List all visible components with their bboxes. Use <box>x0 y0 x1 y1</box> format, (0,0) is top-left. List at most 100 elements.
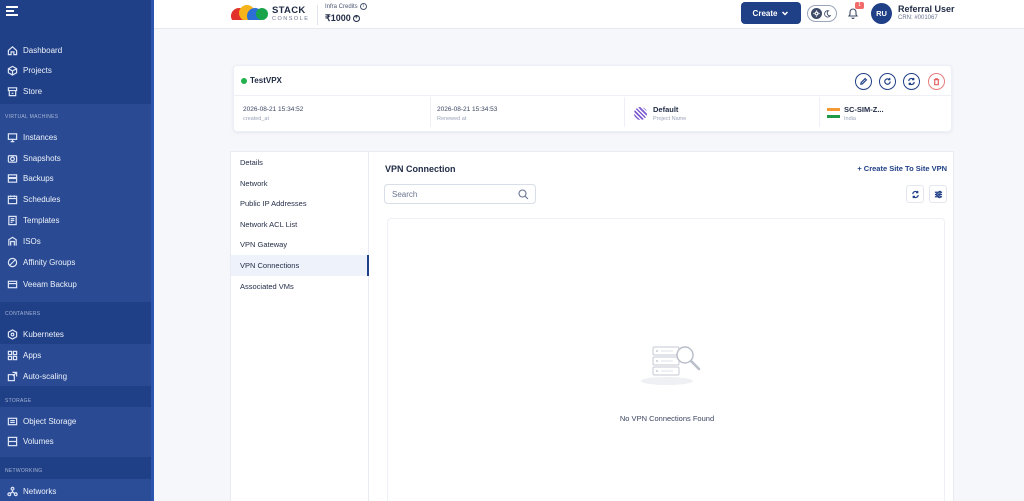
logo-title: STACK <box>272 5 306 16</box>
calendar-icon <box>7 194 18 204</box>
header-divider <box>317 5 318 25</box>
apps-icon <box>7 350 18 360</box>
refresh-icon <box>908 77 915 86</box>
sidebar-item-label: Networks <box>23 486 57 496</box>
empty-state-message: No VPN Connections Found <box>619 414 715 423</box>
filter-settings-button[interactable] <box>929 185 947 203</box>
sidebar-item-kubernetes[interactable]: Kubernetes <box>0 324 151 344</box>
notification-badge: 1 <box>855 2 864 9</box>
search-icon <box>518 189 529 200</box>
sidebar-item-snapshots[interactable]: Snapshots <box>0 148 151 168</box>
project-name-label: Project Name <box>653 116 687 122</box>
theme-toggle[interactable] <box>807 5 837 22</box>
snapshot-icon <box>7 154 18 163</box>
refresh-list-button[interactable] <box>906 185 924 203</box>
create-button[interactable]: Create <box>741 2 801 24</box>
sidebar-item-backups[interactable]: Backups <box>0 168 151 188</box>
stack-console-logo <box>231 5 269 25</box>
sidebar-item-isos[interactable]: ISOs <box>0 231 151 251</box>
credits-value: ₹1000 + <box>325 13 360 24</box>
user-name[interactable]: Referral User <box>898 4 955 14</box>
search-placeholder: Search <box>392 189 418 199</box>
sidebar-item-label: Affinity Groups <box>23 257 76 267</box>
project-name-value: Default <box>653 105 679 114</box>
tab-vpn-gateway[interactable]: VPN Gateway <box>231 234 369 255</box>
sidebar-item-label: Auto-scaling <box>23 371 68 381</box>
create-button-label: Create <box>752 8 778 18</box>
veeam-icon <box>7 280 18 288</box>
instance-card: TestVPX 2026-08-21 15:34:52 created_at 2… <box>233 65 953 132</box>
refresh-button[interactable] <box>903 73 920 90</box>
region-value: SC-SIM-Z... <box>844 105 884 114</box>
sidebar-item-templates[interactable]: Templates <box>0 210 151 230</box>
refresh-icon <box>911 190 919 198</box>
sidebar-item-label: Apps <box>23 350 42 360</box>
status-indicator <box>241 78 247 84</box>
sidebar-item-networks[interactable]: Networks <box>0 481 151 501</box>
credits-label-text: Infra Credits <box>325 4 358 11</box>
search-input[interactable]: Search <box>384 184 536 204</box>
network-icon <box>7 486 18 496</box>
sidebar-item-label: Veeam Backup <box>23 279 77 289</box>
meta-divider <box>624 97 625 127</box>
renewed-at-value: 2026-08-21 15:34:53 <box>437 106 498 113</box>
sidebar-item-volumes[interactable]: Volumes <box>0 431 151 451</box>
sidebar-item-affinity-groups[interactable]: Affinity Groups <box>0 252 151 272</box>
sidebar-item-object-storage[interactable]: Object Storage <box>0 411 151 431</box>
sidebar-item-instances[interactable]: Instances <box>0 127 151 147</box>
instance-name: TestVPX <box>250 76 282 85</box>
tab-public-ip-addresses[interactable]: Public IP Addresses <box>231 193 369 214</box>
tab-details[interactable]: Details <box>231 152 369 173</box>
sidebar-item-store[interactable]: Store <box>0 81 151 101</box>
tab-network[interactable]: Network <box>231 173 369 194</box>
section-title-storage: STORAGE <box>5 398 32 404</box>
delete-button[interactable] <box>928 73 945 90</box>
tab-associated-vms[interactable]: Associated VMs <box>231 276 369 297</box>
sidebar-edge <box>151 0 154 501</box>
sidebar-item-label: Templates <box>23 215 60 225</box>
cube-icon <box>7 65 18 76</box>
create-site-to-site-vpn-link[interactable]: + Create Site To Site VPN <box>857 164 947 173</box>
sidebar-item-auto-scaling[interactable]: Auto-scaling <box>0 366 151 386</box>
sidebar-item-label: Volumes <box>23 436 54 446</box>
sidebar-item-apps[interactable]: Apps <box>0 345 151 365</box>
tabs-column: Details Network Public IP Addresses Netw… <box>231 152 369 501</box>
avatar[interactable]: RU <box>871 3 892 24</box>
trash-icon <box>933 78 940 86</box>
sidebar-item-dashboard[interactable]: Dashboard <box>0 40 151 60</box>
section-title: VPN Connection <box>385 164 456 174</box>
logo-text: STACK CONSOLE <box>272 6 309 24</box>
home-icon <box>7 45 18 55</box>
sidebar-item-label: Store <box>23 86 43 96</box>
menu-icon[interactable] <box>6 6 18 18</box>
region-label: India <box>844 116 856 122</box>
section-title-containers: CONTAINERS <box>5 311 41 317</box>
section-title-virtual-machines: VIRTUAL MACHINES <box>5 114 59 120</box>
info-icon[interactable]: i <box>359 3 367 10</box>
moon-icon <box>824 10 832 18</box>
sun-icon <box>811 8 822 19</box>
object-storage-icon <box>7 417 18 425</box>
edit-button[interactable] <box>855 73 872 90</box>
sidebar-item-label: Snapshots <box>23 153 61 163</box>
add-credits-icon[interactable]: + <box>352 15 360 23</box>
top-header: STACK CONSOLE Infra Credits i ₹1000 + Crea… <box>154 0 1024 29</box>
tab-network-acl-list[interactable]: Network ACL List <box>231 214 369 235</box>
kubernetes-icon <box>7 328 18 340</box>
created-at-value: 2026-08-21 15:34:52 <box>243 106 304 113</box>
sliders-icon <box>934 190 942 198</box>
pencil-icon <box>860 77 868 85</box>
chevron-down-icon <box>782 11 789 16</box>
sidebar: Dashboard Projects Store VIRTUAL MACHINE… <box>0 0 151 501</box>
sidebar-item-schedules[interactable]: Schedules <box>0 189 151 209</box>
sidebar-item-label: Dashboard <box>23 45 63 55</box>
sidebar-item-label: Kubernetes <box>23 329 64 339</box>
template-icon <box>8 215 17 225</box>
rotate-button[interactable] <box>879 73 896 90</box>
sidebar-item-projects[interactable]: Projects <box>0 60 151 80</box>
sidebar-item-label: Projects <box>23 65 52 75</box>
tab-vpn-connections[interactable]: VPN Connections <box>231 255 369 276</box>
sidebar-item-veeam-backup[interactable]: Veeam Backup <box>0 274 151 294</box>
renewed-at-label: Renewed at <box>437 116 467 122</box>
network-details-panel: Details Network Public IP Addresses Netw… <box>230 151 954 501</box>
